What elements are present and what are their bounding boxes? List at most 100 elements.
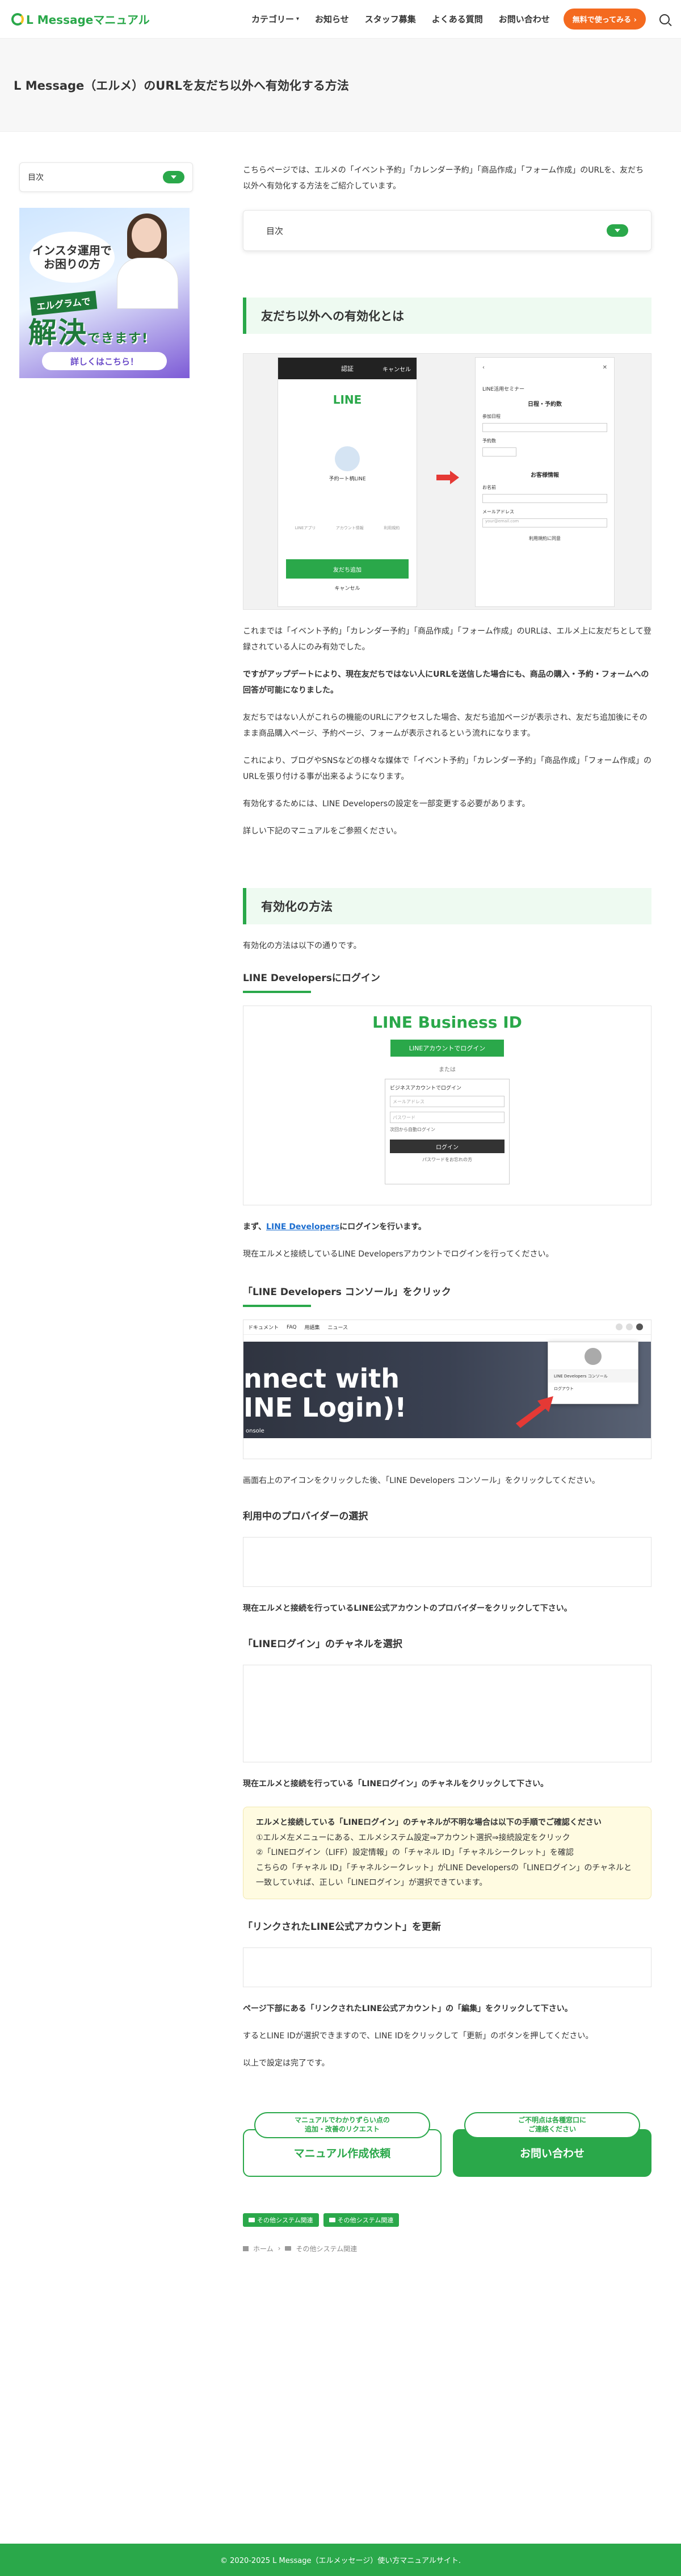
console-nav-item: ニュース <box>327 1325 348 1331</box>
step5-paragraph: ページ下部にある「リンクされたLINE公式アカウント」の「編集」をクリックして下… <box>243 2004 573 2013</box>
intro-text: こちらページでは、エルメの「イベント予約」「カレンダー予約」「商品作成」「フォー… <box>243 166 644 191</box>
chevron-right-icon: › <box>278 2244 281 2253</box>
search-icon[interactable] <box>659 14 670 24</box>
step5-paragraph: 以上で設定は完了です。 <box>243 2058 330 2068</box>
reservation-field <box>482 447 516 456</box>
account-icon <box>636 1323 643 1330</box>
phone-auth-bar: 認証 キャンセル <box>278 358 417 379</box>
sidebar: 目次 インスタ運用で お困りの方 エルグラムで 解決できます! 詳しくはこちら！ <box>0 162 193 2254</box>
console-nav: ドキュメント FAQ 用語集 ニュース <box>243 1320 651 1335</box>
cta-request-bubble: マニュアルでわかりずらい点の 追加・改善のリクエスト <box>254 2112 430 2138</box>
breadcrumb: ホーム › その他システム関連 <box>243 2244 651 2254</box>
back-icon: ‹ <box>482 364 485 371</box>
toc-toggle-icon[interactable] <box>607 224 628 237</box>
phone-cancel: キャンセル <box>334 586 360 592</box>
forgot-password-link: パスワードをお忘れの方 <box>422 1157 472 1162</box>
line-logo: LINE <box>333 393 362 407</box>
sidebar-toc-label: 目次 <box>28 173 44 182</box>
step1-lead-after: にログインを行います。 <box>339 1222 426 1232</box>
section1-paragraph: 友だちではない人がこれらの機能のURLにアクセスした場合、友だち追加ページが表示… <box>243 713 648 738</box>
article-toc[interactable]: 目次 <box>243 210 651 251</box>
reservation-field <box>482 494 607 503</box>
free-trial-label: 無料で使ってみる <box>572 16 632 24</box>
ad-person-head <box>132 218 161 252</box>
phone-links: LINEアプリ アカウント情報 利用規約 <box>278 525 417 531</box>
section2-intro: 有効化の方法は以下の通りです。 <box>243 941 361 950</box>
reservation-title: LINE活用セミナー <box>482 387 525 392</box>
copyright: © 2020-2025 L Message（エルメッセージ）使い方マニュアルサイ… <box>220 2557 461 2565</box>
section1-paragraph: 有効化するためには、LINE Developersの設定を一部変更する必要があり… <box>243 799 530 809</box>
step1-heading: LINE Developersにログイン <box>243 973 380 984</box>
console-top-icons <box>616 1323 643 1330</box>
ad-main-text: 解決できます! <box>28 310 149 351</box>
section1-paragraph: これにより、ブログやSNSなどの様々な媒体で「イベント予約」「カレンダー予約」「… <box>243 756 651 781</box>
reservation-field: your@email.com <box>482 518 607 527</box>
phone-reservation-top: ‹ ✕ <box>476 358 614 377</box>
ad-bubble-text: インスタ運用で お困りの方 <box>30 232 115 283</box>
cta-contact-bubble: ご不明点は各種窓口に ご連絡ください <box>464 2112 640 2138</box>
site-header: L Messageマニュアル カテゴリー ▾ お知らせ スタッフ募集 よくある質問… <box>0 0 681 39</box>
ad-main-suffix: できます! <box>87 332 149 346</box>
step1-paragraph: 現在エルメと接続しているLINE Developersアカウントでログインを行っ… <box>243 1250 554 1259</box>
ad-button[interactable]: 詳しくはこちら！ <box>42 352 167 370</box>
chevron-down-icon: ▾ <box>296 16 299 22</box>
ad-banner[interactable]: インスタ運用で お困りの方 エルグラムで 解決できます! 詳しくはこちら！ <box>19 208 190 378</box>
sidebar-toc[interactable]: 目次 <box>19 162 193 192</box>
phone-auth-screen: 認証 キャンセル LINE 予約ート柄LINE LINEアプリ アカウント情報 利… <box>278 357 417 607</box>
category-tag[interactable]: その他システム関連 <box>323 2213 400 2227</box>
step5-paragraph: するとLINE IDが選択できますので、LINE IDをクリックして「更新」のボ… <box>243 2031 594 2041</box>
site-logo[interactable]: L Messageマニュアル <box>11 11 150 27</box>
article-toc-label: 目次 <box>266 225 284 236</box>
global-nav: カテゴリー ▾ お知らせ スタッフ募集 よくある質問 お問い合わせ 無料で使ってみ… <box>243 9 670 30</box>
password-placeholder: パスワード <box>393 1115 415 1120</box>
business-login-card: ビジネスアカウントでログイン メールアドレス パスワード 次回から自動ログイン … <box>385 1079 510 1184</box>
login-or: または <box>439 1067 456 1073</box>
nav-recruit[interactable]: スタッフ募集 <box>357 13 424 25</box>
console-nav-item: FAQ <box>287 1324 297 1330</box>
category-tags: その他システム関連 その他システム関連 <box>243 2213 651 2227</box>
phone-auth-title: 認証 <box>341 365 354 372</box>
nav-news[interactable]: お知らせ <box>307 13 357 25</box>
search-icon <box>616 1323 623 1330</box>
screenshot-channel-select <box>243 1665 651 1762</box>
step5-heading: 「リンクされたLINE公式アカウント」を更新 <box>243 1921 441 1933</box>
screenshot-provider-select <box>243 1537 651 1587</box>
step4-paragraph: 現在エルメと接続を行っている「LINEログイン」のチャネルをクリックして下さい。 <box>243 1779 549 1788</box>
free-trial-button[interactable]: 無料で使ってみる › <box>563 9 646 30</box>
home-icon <box>243 2246 249 2251</box>
nav-category[interactable]: カテゴリー ▾ <box>243 13 307 25</box>
agree-checkbox: 利用規約に同意 <box>529 536 561 541</box>
toc-toggle-icon[interactable] <box>163 171 184 183</box>
console-menu-item: ログアウト <box>554 1387 574 1391</box>
screenshot-line-business-login: LINE Business ID LINEアカウントでログイン または ビジネス… <box>243 1006 651 1205</box>
mail-placeholder: your@email.com <box>485 519 519 523</box>
step1-lead: まず、LINE Developersにログインを行います。 <box>243 1219 651 1235</box>
breadcrumb-category[interactable]: その他システム関連 <box>296 2244 357 2254</box>
ad-person-image <box>111 213 179 309</box>
line-developers-link[interactable]: LINE Developers <box>266 1222 339 1232</box>
step3-paragraph: 現在エルメと接続を行っているLINE公式アカウントのプロバイダーをクリックして下… <box>243 1604 572 1613</box>
line-business-title: LINE Business ID <box>372 1013 522 1032</box>
avatar <box>585 1348 602 1365</box>
breadcrumb-home[interactable]: ホーム <box>253 2244 274 2254</box>
avatar <box>335 446 360 471</box>
logo-text: L Messageマニュアル <box>26 13 150 27</box>
section-heading-method: 有効化の方法 <box>243 888 651 924</box>
step3-heading: 利用中のプロバイダーの選択 <box>243 1511 368 1522</box>
reservation-label: お名前 <box>482 485 496 490</box>
reservation-label: メールアドレス <box>482 509 514 514</box>
step2-paragraph: 画面右上のアイコンをクリックした後、「LINE Developers コンソール… <box>243 1476 600 1485</box>
remember-checkbox: 次回から自動ログイン <box>390 1127 435 1132</box>
screenshot-friend-add-flow: 認証 キャンセル LINE 予約ート柄LINE LINEアプリ アカウント情報 利… <box>243 353 651 610</box>
folder-icon <box>329 2217 335 2222</box>
ad-person-body <box>117 258 178 309</box>
category-tag[interactable]: その他システム関連 <box>243 2213 319 2227</box>
content-layout: 目次 インスタ運用で お困りの方 エルグラムで 解決できます! 詳しくはこちら！… <box>0 132 681 2254</box>
category-tag-label: その他システム関連 <box>257 2216 313 2224</box>
console-hero-text: nnect with INE Login)! <box>243 1363 407 1423</box>
nav-category-label: カテゴリー <box>251 14 294 24</box>
nav-faq[interactable]: よくある質問 <box>424 13 491 25</box>
nav-contact[interactable]: お問い合わせ <box>491 13 558 25</box>
category-tag-label: その他システム関連 <box>337 2216 394 2224</box>
section1-paragraph: 詳しい下記のマニュアルをご参照ください。 <box>243 827 402 836</box>
